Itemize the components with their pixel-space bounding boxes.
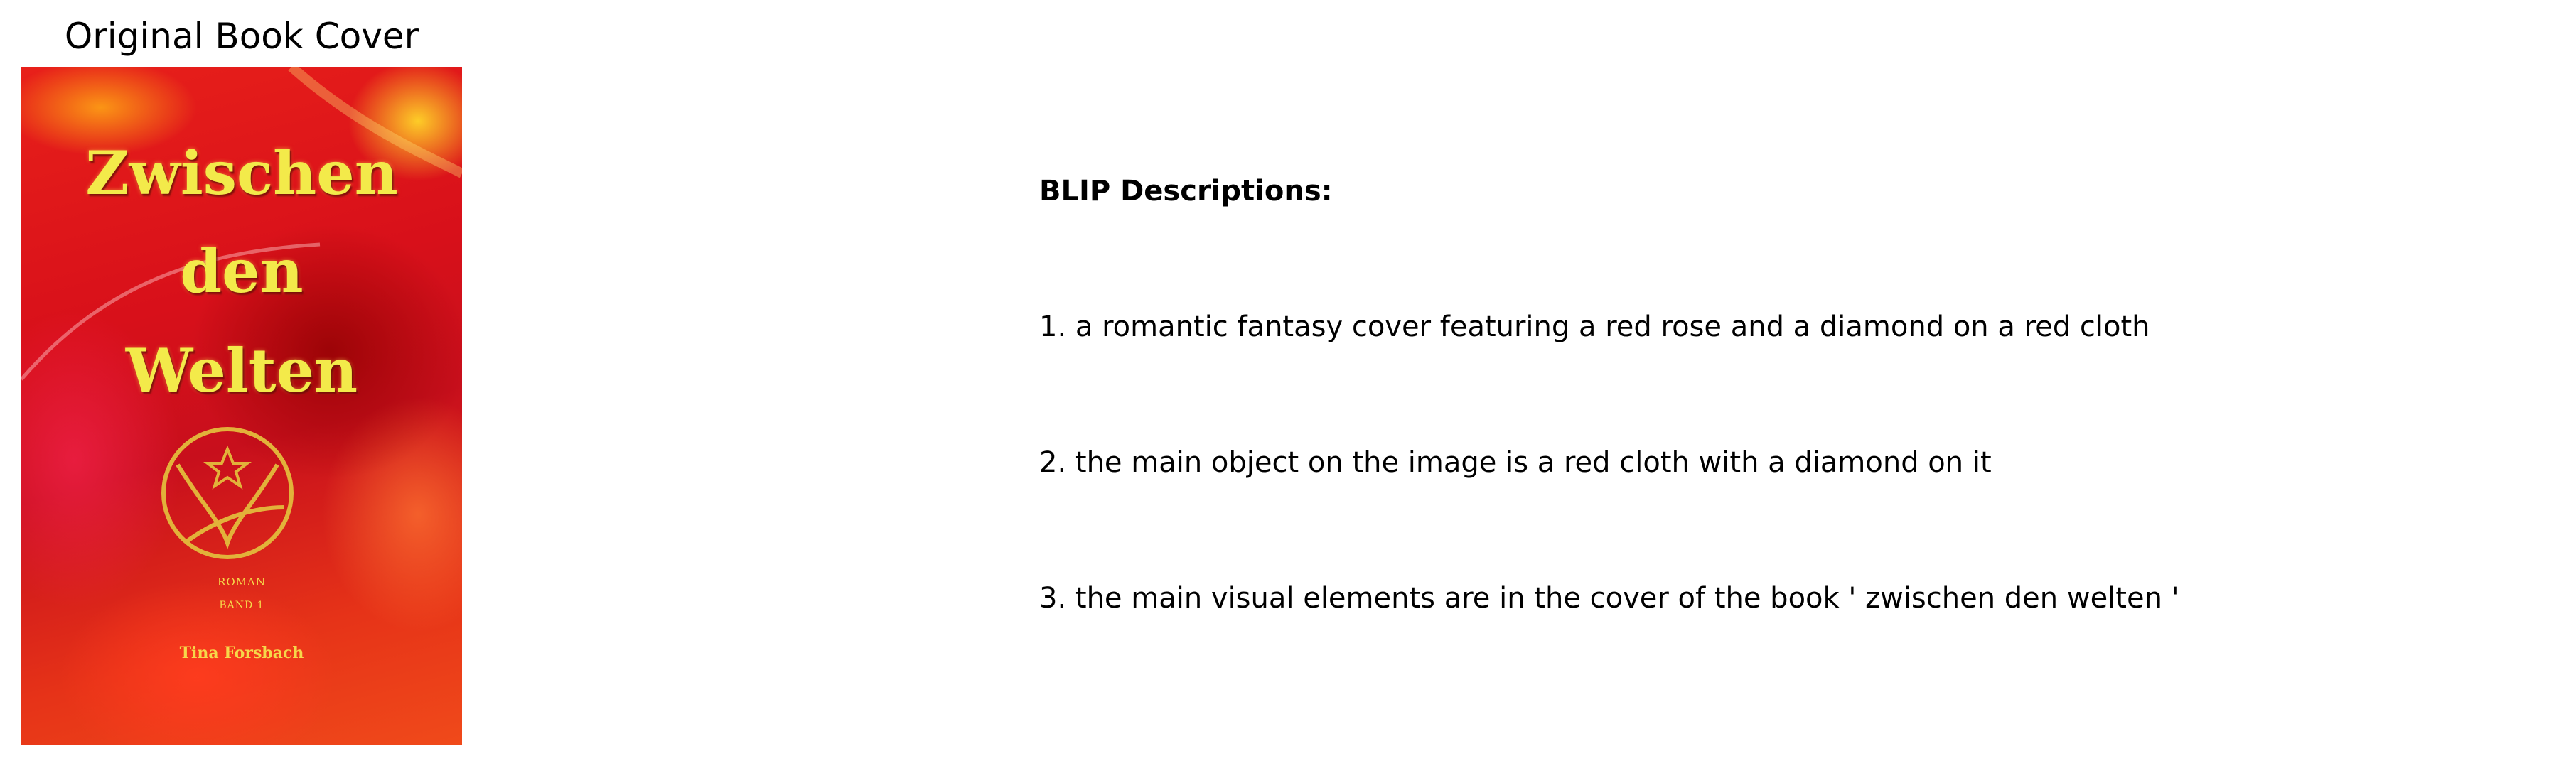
cover-title-line-1: Zwischen — [85, 138, 398, 208]
cover-volume-label: BAND 1 — [219, 600, 264, 611]
description-item-3: 3. the main visual elements are in the c… — [1039, 582, 2179, 615]
book-cover-image: Zwischen den Welten ROMAN BAND 1 Tina Fo… — [21, 67, 462, 745]
cover-title-line-2: den — [180, 236, 304, 306]
cover-emblem-icon — [161, 427, 294, 559]
description-item-1: 1. a romantic fantasy cover featuring a … — [1039, 311, 2150, 343]
descriptions-heading: BLIP Descriptions: — [1039, 175, 1333, 207]
cover-genre-label: ROMAN — [218, 576, 266, 588]
description-item-2: 2. the main object on the image is a red… — [1039, 446, 1992, 479]
cover-title-line-3: Welten — [125, 335, 358, 406]
cover-author-name: Tina Forsbach — [179, 644, 304, 662]
figure-canvas: Original Book Cover Zwischen den Welten … — [0, 0, 2576, 761]
cover-panel-title: Original Book Cover — [64, 16, 419, 57]
